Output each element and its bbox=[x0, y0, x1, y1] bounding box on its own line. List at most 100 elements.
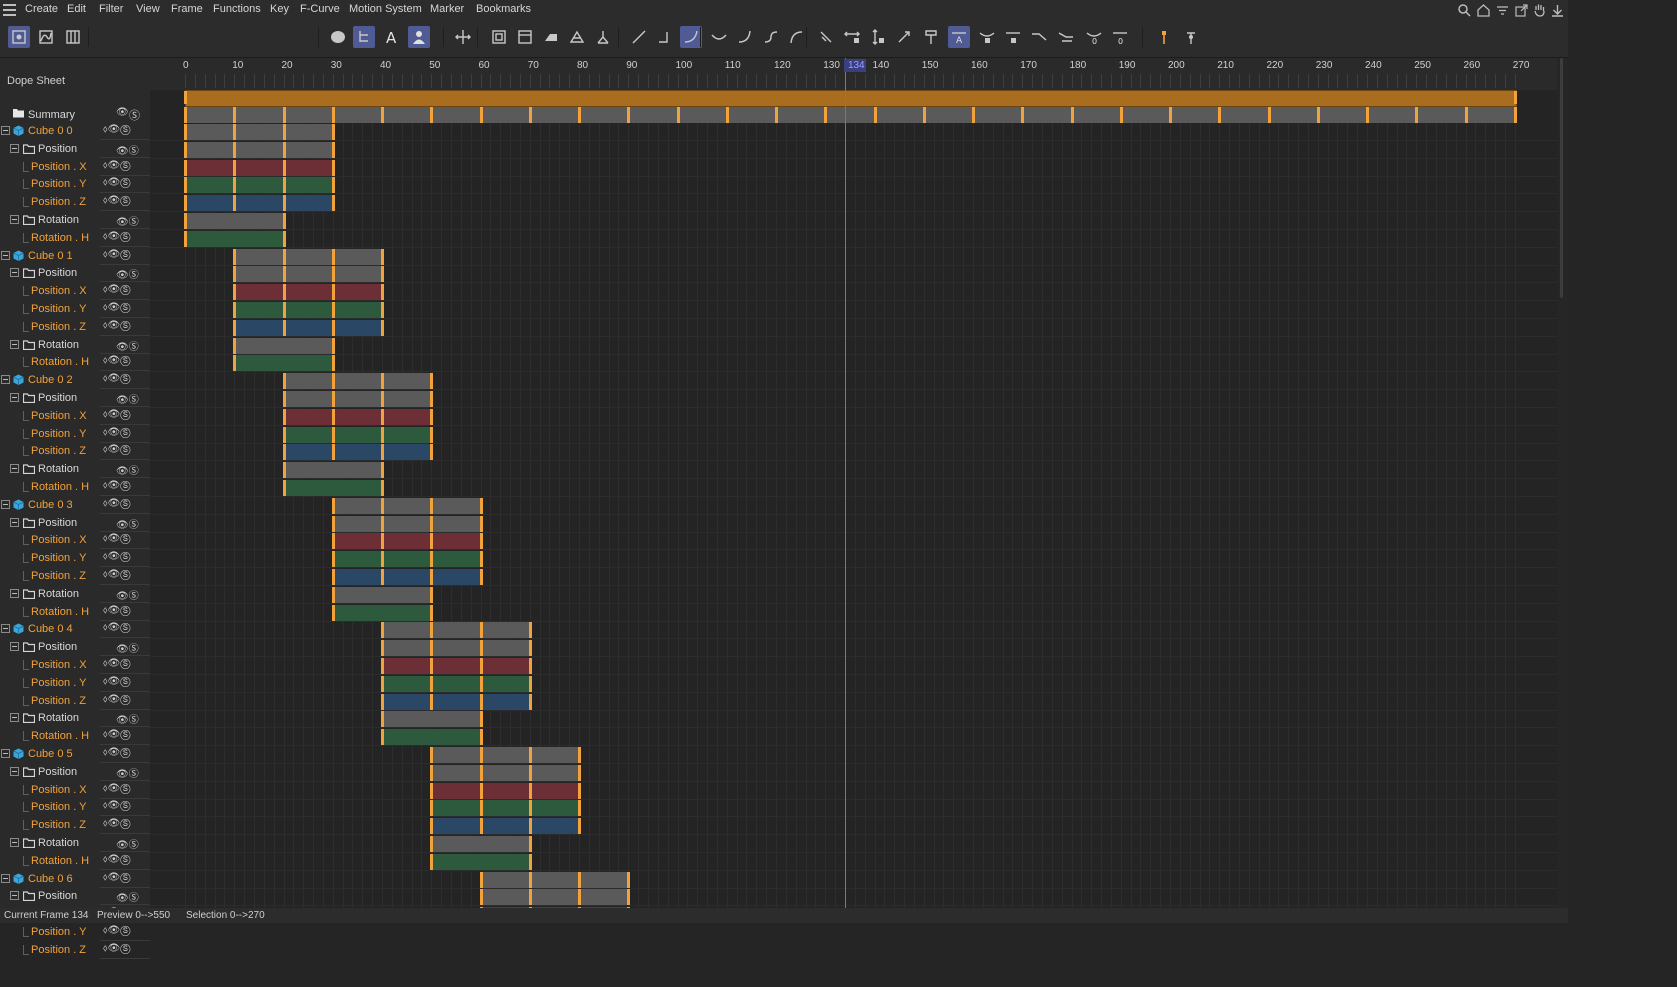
keyframe[interactable] bbox=[331, 515, 335, 532]
keyframe[interactable] bbox=[430, 622, 434, 639]
playhead[interactable] bbox=[844, 58, 846, 908]
keyframe[interactable] bbox=[381, 497, 384, 514]
keyframe[interactable] bbox=[430, 373, 434, 390]
track-controls-icons[interactable]: 👁Ⓢ bbox=[116, 765, 139, 780]
keyframe[interactable] bbox=[824, 107, 828, 123]
track-row-folder[interactable]: Position 👁Ⓢ bbox=[0, 390, 150, 407]
summary-row[interactable]: Summary 👁 Ⓢ bbox=[0, 106, 150, 123]
key-span-bar[interactable] bbox=[283, 462, 382, 479]
track-controls-icons[interactable]: 👁Ⓢ bbox=[116, 391, 139, 406]
keyframe[interactable] bbox=[282, 408, 286, 425]
collapse-toggle-icon[interactable] bbox=[1, 126, 10, 135]
keyframe[interactable] bbox=[1464, 107, 1468, 123]
lock-value-icon[interactable] bbox=[867, 26, 889, 48]
keyframe[interactable] bbox=[578, 889, 581, 906]
key-span-bar[interactable] bbox=[431, 836, 530, 852]
track-controls-icons[interactable]: ⬨👁Ⓢ bbox=[103, 444, 130, 455]
keyframe[interactable] bbox=[282, 373, 286, 390]
keyframe[interactable] bbox=[430, 604, 434, 621]
hierarchy-icon[interactable] bbox=[353, 26, 375, 48]
keyframe[interactable] bbox=[430, 569, 434, 585]
track-row-folder[interactable]: Position 👁Ⓢ bbox=[0, 141, 150, 158]
keyframe[interactable] bbox=[381, 373, 384, 390]
key-span-bar[interactable] bbox=[480, 871, 629, 888]
track-row-folder[interactable]: Rotation 👁Ⓢ bbox=[0, 337, 150, 354]
track-row-channel[interactable]: Position . Y ⬨👁Ⓢ bbox=[0, 426, 150, 443]
track-controls-icons[interactable]: ⬨👁Ⓢ bbox=[103, 160, 130, 171]
keyframe[interactable] bbox=[528, 889, 532, 906]
keyframe[interactable] bbox=[331, 141, 335, 158]
key-span-bar[interactable] bbox=[283, 408, 432, 425]
collapse-toggle-icon[interactable] bbox=[10, 268, 19, 278]
track-row-object[interactable]: Cube 0 5 ⬨👁Ⓢ bbox=[0, 746, 150, 763]
keyframe[interactable] bbox=[282, 462, 286, 479]
track-controls-icons[interactable]: ⬨👁Ⓢ bbox=[103, 320, 130, 331]
keyframe[interactable] bbox=[1119, 107, 1123, 123]
home-icon[interactable] bbox=[1477, 4, 1490, 17]
keyframe[interactable] bbox=[1070, 107, 1074, 123]
marker-icon[interactable] bbox=[1153, 26, 1175, 48]
keyframe[interactable] bbox=[331, 604, 335, 621]
collapse-toggle-icon[interactable] bbox=[1, 375, 10, 385]
collapse-toggle-icon[interactable] bbox=[1, 250, 10, 260]
track-row-object[interactable]: Cube 0 1 ⬨👁Ⓢ bbox=[0, 248, 150, 265]
search-icon[interactable] bbox=[1458, 4, 1471, 17]
keyframe[interactable] bbox=[627, 871, 631, 888]
track-row-object[interactable]: Cube 0 6 ⬨👁Ⓢ bbox=[0, 871, 150, 888]
keyframe[interactable] bbox=[381, 107, 384, 123]
track-row-folder[interactable]: Rotation 👁Ⓢ bbox=[0, 586, 150, 603]
key-span-bar[interactable] bbox=[382, 693, 530, 710]
key-span-bar[interactable] bbox=[283, 391, 432, 407]
keyframe[interactable] bbox=[479, 497, 483, 514]
track-controls-icons[interactable]: 👁Ⓢ bbox=[116, 587, 139, 602]
key-edit-icon[interactable] bbox=[893, 26, 915, 48]
keyframe[interactable] bbox=[430, 747, 434, 763]
keyframe[interactable] bbox=[282, 124, 286, 140]
keyframe[interactable] bbox=[282, 248, 286, 265]
keyframe[interactable] bbox=[430, 408, 434, 425]
keyframe[interactable] bbox=[282, 195, 286, 212]
keyframe[interactable] bbox=[1267, 107, 1271, 123]
track-row-object[interactable]: Cube 0 4 ⬨👁Ⓢ bbox=[0, 621, 150, 638]
track-row-folder[interactable]: Position 👁Ⓢ bbox=[0, 515, 150, 532]
keyframe[interactable] bbox=[331, 373, 335, 390]
keyframe[interactable] bbox=[331, 248, 335, 265]
track-controls-icons[interactable]: ⬨👁Ⓢ bbox=[103, 302, 130, 313]
keyframe[interactable] bbox=[430, 800, 434, 817]
keyframe[interactable] bbox=[331, 355, 335, 372]
key-span-bar[interactable] bbox=[382, 658, 530, 674]
keyframe[interactable] bbox=[430, 782, 434, 799]
key-span-bar[interactable] bbox=[431, 747, 579, 763]
keyframe[interactable] bbox=[282, 107, 286, 123]
collapse-toggle-icon[interactable] bbox=[10, 339, 19, 349]
linear-interp-icon[interactable] bbox=[628, 26, 650, 48]
slope-icon[interactable] bbox=[1055, 26, 1077, 48]
keyframe[interactable] bbox=[528, 107, 532, 123]
track-row-folder[interactable]: Position 👁Ⓢ bbox=[0, 888, 150, 905]
keyframe[interactable] bbox=[331, 391, 335, 407]
track-row-channel[interactable]: Rotation . H ⬨👁Ⓢ bbox=[0, 853, 150, 870]
keyframe[interactable] bbox=[1316, 107, 1320, 123]
track-controls-icons[interactable]: ⬨👁Ⓢ bbox=[103, 658, 130, 669]
keyframe[interactable] bbox=[282, 230, 286, 247]
track-controls-icons[interactable]: ⬨👁Ⓢ bbox=[103, 676, 130, 687]
key-span-bar[interactable] bbox=[431, 764, 579, 781]
keyframe[interactable] bbox=[331, 533, 335, 550]
keyframe[interactable] bbox=[578, 747, 581, 763]
track-row-folder[interactable]: Rotation 👁Ⓢ bbox=[0, 710, 150, 727]
track-row-channel[interactable]: Rotation . H ⬨👁Ⓢ bbox=[0, 479, 150, 496]
key-span-bar[interactable] bbox=[185, 141, 333, 158]
key-span-bar[interactable] bbox=[332, 497, 481, 514]
track-row-channel[interactable]: Rotation . H ⬨👁Ⓢ bbox=[0, 604, 150, 621]
keyframe[interactable] bbox=[1218, 107, 1222, 123]
keyframe[interactable] bbox=[282, 141, 286, 158]
keyframe[interactable] bbox=[578, 800, 581, 817]
keyframe[interactable] bbox=[1366, 107, 1369, 123]
key-span-bar[interactable] bbox=[234, 284, 382, 301]
keyframe[interactable] bbox=[528, 800, 532, 817]
keyframe[interactable] bbox=[331, 337, 335, 354]
track-controls-icons[interactable]: ⬨👁Ⓢ bbox=[103, 195, 130, 206]
track-controls-icons[interactable]: ⬨👁Ⓢ bbox=[103, 818, 130, 829]
keyframe[interactable] bbox=[282, 266, 286, 283]
key-span-bar[interactable] bbox=[234, 266, 382, 283]
